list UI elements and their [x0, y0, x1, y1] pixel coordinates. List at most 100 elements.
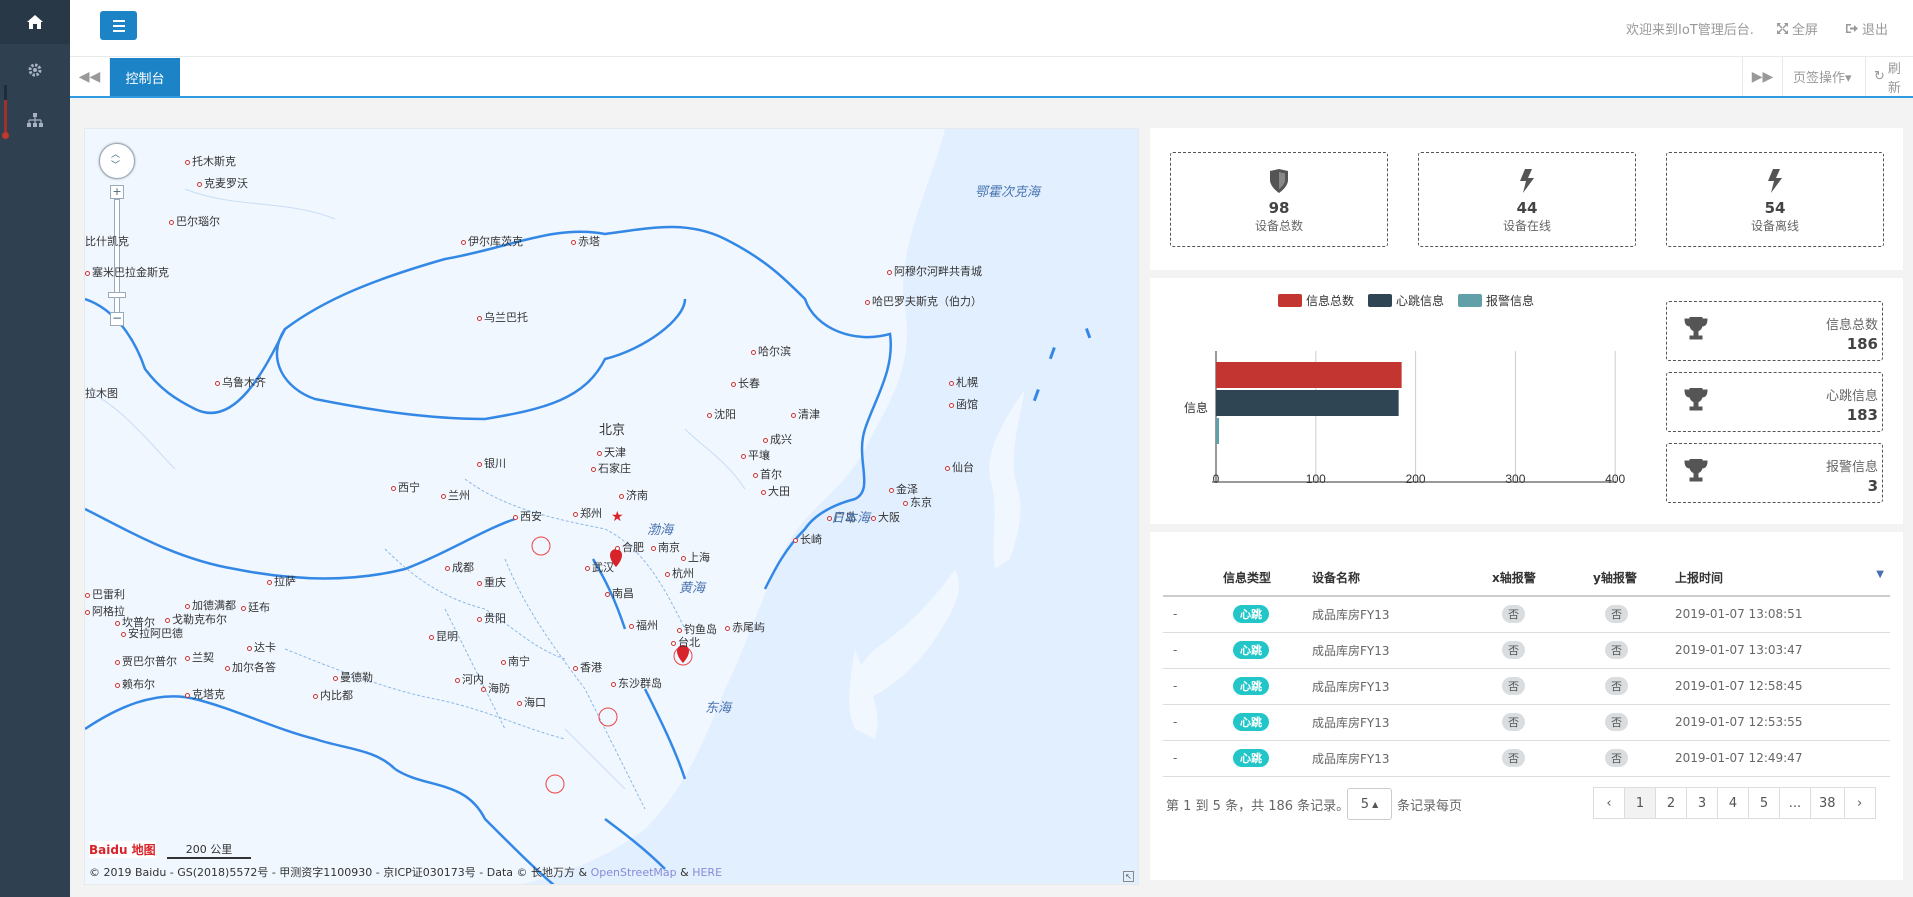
- map-city-label: 函馆: [949, 396, 978, 412]
- stat-value: 54: [1764, 199, 1786, 217]
- map-city-label: 哈尔滨: [751, 343, 791, 359]
- zoom-in-button[interactable]: +: [110, 185, 124, 199]
- tab-scroll-left-button[interactable]: ◀◀: [70, 57, 110, 96]
- tab-operations-dropdown[interactable]: 页签操作▾: [1782, 57, 1862, 96]
- row-time: 2019-01-07 12:58:45: [1675, 668, 1890, 705]
- sidebar-item-structure[interactable]: [0, 98, 70, 142]
- bar-heartbeat: [1216, 390, 1399, 416]
- map-city-label: 拉木图: [85, 387, 118, 400]
- next-page-button[interactable]: ›: [1843, 787, 1876, 819]
- here-link[interactable]: HERE: [692, 866, 722, 879]
- map-expand-icon[interactable]: ↖: [1123, 871, 1134, 882]
- map-city-label: 台北: [671, 634, 700, 650]
- map-city-label: 加尔各答: [225, 659, 276, 675]
- map-city-label: 克麦罗沃: [197, 175, 248, 191]
- x-alarm-badge: 否: [1502, 605, 1525, 624]
- tab-console[interactable]: 控制台: [110, 58, 180, 96]
- info-label: 信息总数: [1825, 318, 1878, 333]
- row-y-alarm-cell: 否: [1593, 596, 1675, 633]
- type-badge: 心跳: [1233, 749, 1269, 767]
- map-city-label: 福州: [629, 617, 658, 633]
- sidebar-item-home[interactable]: [0, 0, 70, 44]
- stat-label: 设备在线: [1502, 219, 1551, 233]
- table-row[interactable]: - 心跳 成品库房FY13 否 否 2019-01-07 13:08:51: [1163, 596, 1890, 633]
- table-header-row: 信息类型 设备名称 x轴报警 y轴报警 上报时间 ▼: [1163, 560, 1890, 597]
- map-city-label: 上海: [681, 549, 710, 565]
- map-city-label: 贾巴尔普尔: [115, 653, 177, 669]
- map-city-label: 成都: [445, 559, 474, 575]
- zoom-out-button[interactable]: −: [110, 312, 124, 326]
- message-bar-chart: 信息总数心跳信息报警信息0100200300400信息: [1184, 293, 1626, 486]
- sort-desc-icon[interactable]: ▼: [1876, 569, 1884, 580]
- row-type-cell: 心跳: [1223, 740, 1312, 777]
- map-city-label: 克塔克: [185, 686, 225, 702]
- map-sea-label: 鄂霍次克海: [975, 185, 1041, 200]
- trophy-icon: [1684, 317, 1708, 340]
- map-sea-label: 黄海: [679, 581, 706, 596]
- map-city-label: 大田: [761, 483, 790, 499]
- pagination: ‹ 1 2 3 4 5... 38 ›: [1593, 787, 1876, 819]
- row-y-alarm-cell: 否: [1593, 632, 1675, 669]
- legend-swatch: [1368, 294, 1392, 307]
- col-header-type[interactable]: 信息类型: [1223, 560, 1312, 597]
- map-panel[interactable]: ★ ︿ ﹀ + − 托木斯克 克麦罗沃 巴尔瑙尔 伊尔库茨克 赤塔 塞米巴拉金斯克 乌兰巴托 阿…: [84, 128, 1139, 885]
- x-tick-label: 400: [1605, 472, 1625, 486]
- map-city-label: 长春: [731, 375, 760, 391]
- map-city-label: 昆明: [429, 628, 458, 644]
- page-button[interactable]: 5: [1748, 787, 1780, 819]
- info-value: 186: [1846, 335, 1878, 353]
- sidebar-item-settings[interactable]: [0, 48, 70, 92]
- page-size-value: 5: [1360, 796, 1370, 812]
- table-row[interactable]: - 心跳 成品库房FY13 否 否 2019-01-07 13:03:47: [1163, 632, 1890, 669]
- col-header-time-label: 上报时间: [1675, 571, 1724, 585]
- stat-value: 98: [1268, 199, 1290, 217]
- col-header-device[interactable]: 设备名称: [1312, 560, 1492, 597]
- map-city-label: 廷布: [241, 599, 270, 615]
- map-city-label: 阿穆尔河畔共青城: [887, 263, 982, 279]
- zoom-slider-handle[interactable]: [108, 292, 126, 298]
- logout-button[interactable]: 退出: [1846, 19, 1888, 38]
- page-button[interactable]: 2: [1655, 787, 1687, 819]
- x-alarm-badge: 否: [1502, 713, 1525, 731]
- refresh-tab-button[interactable]: ↻ 刷新: [1865, 57, 1913, 96]
- map-canvas[interactable]: ★: [85, 129, 1139, 885]
- fullscreen-button[interactable]: 全屏: [1777, 19, 1818, 38]
- map-city-label: 南昌: [605, 585, 634, 601]
- prev-page-button[interactable]: ‹: [1593, 787, 1625, 819]
- col-header-y-alarm[interactable]: y轴报警: [1593, 560, 1675, 597]
- map-logo: Baidu 地图: [89, 841, 156, 858]
- tab-scroll-right-button[interactable]: ▶▶: [1742, 57, 1782, 96]
- tabs-bar: ◀◀ 控制台 ▶▶ 页签操作▾ ↻ 刷新: [70, 57, 1913, 98]
- per-page-label: 条记录每页: [1397, 799, 1463, 814]
- table-row[interactable]: - 心跳 成品库房FY13 否 否 2019-01-07 12:53:55: [1163, 704, 1890, 741]
- map-city-label: 平壤: [741, 447, 770, 463]
- page-button[interactable]: ...: [1779, 787, 1811, 819]
- info-value: 3: [1867, 477, 1878, 495]
- menu-toggle-button[interactable]: [100, 11, 137, 40]
- row-x-alarm-cell: 否: [1492, 668, 1593, 705]
- col-header-time[interactable]: 上报时间 ▼: [1675, 560, 1890, 597]
- map-city-label: 仙台: [945, 459, 974, 475]
- page-button[interactable]: 4: [1717, 787, 1749, 819]
- page-button[interactable]: 3: [1686, 787, 1718, 819]
- bar-alarm: [1216, 418, 1219, 444]
- map-city-label: 成兴: [763, 431, 792, 447]
- row-time: 2019-01-07 13:03:47: [1675, 632, 1890, 669]
- row-time: 2019-01-07 12:53:55: [1675, 704, 1890, 741]
- page-button[interactable]: 1: [1624, 787, 1656, 819]
- x-tick-label: 200: [1406, 472, 1426, 486]
- table-row[interactable]: - 心跳 成品库房FY13 否 否 2019-01-07 12:58:45: [1163, 668, 1890, 705]
- legend-label: 信息总数: [1306, 293, 1354, 308]
- row-time: 2019-01-07 12:49:47: [1675, 740, 1890, 777]
- sidebar-scrollbar[interactable]: [2, 85, 9, 139]
- stat-card-total: 98 设备总数: [1170, 152, 1388, 247]
- map-nav-control[interactable]: ︿ ﹀: [99, 143, 135, 179]
- row-type-cell: 心跳: [1223, 668, 1312, 705]
- page-size-dropdown[interactable]: 5 ▲: [1347, 788, 1392, 820]
- table-row[interactable]: - 心跳 成品库房FY13 否 否 2019-01-07 12:49:47: [1163, 740, 1890, 777]
- osm-link[interactable]: OpenStreetMap: [591, 866, 677, 879]
- map-city-label: 兰契: [185, 649, 214, 665]
- page-button[interactable]: 38: [1810, 787, 1845, 819]
- col-header-x-alarm[interactable]: x轴报警: [1492, 560, 1593, 597]
- zoom-slider[interactable]: [114, 199, 120, 319]
